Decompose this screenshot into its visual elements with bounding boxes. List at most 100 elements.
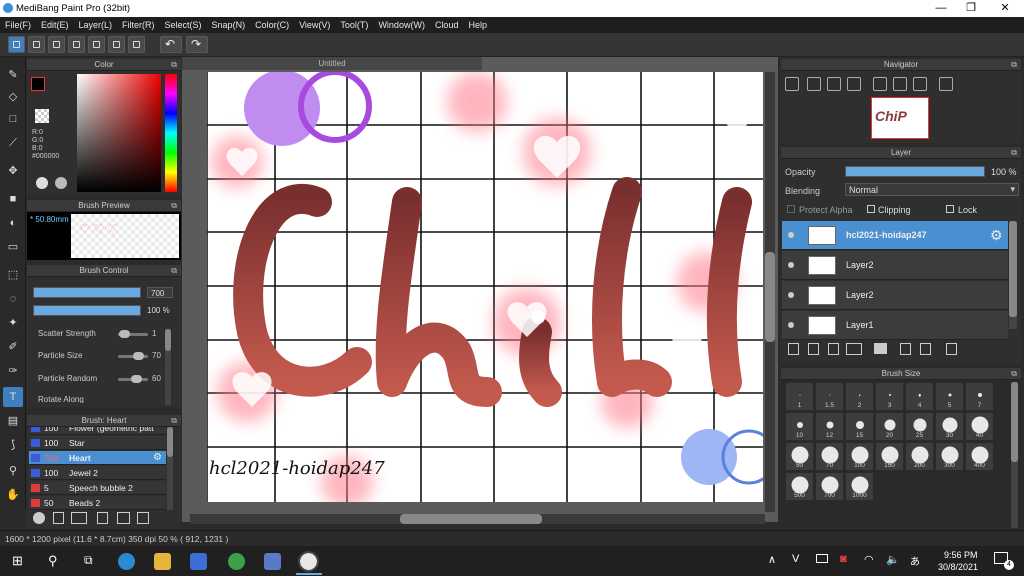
- brush-size-cell[interactable]: 300: [935, 442, 964, 471]
- param-knob[interactable]: [131, 375, 143, 383]
- flip-icon[interactable]: [893, 77, 907, 91]
- gradient-tool-icon[interactable]: ▭: [3, 237, 23, 257]
- vpn-icon[interactable]: V: [792, 553, 799, 565]
- task-view-icon[interactable]: ⧉: [82, 553, 99, 570]
- param-particle-random[interactable]: Particle Random 60: [38, 374, 168, 384]
- brush-list-item[interactable]: 5 Speech bubble 2: [29, 481, 166, 495]
- brush-size-cell[interactable]: 12: [815, 412, 844, 441]
- menu-snap[interactable]: Snap(N): [207, 20, 251, 30]
- brush-size-cell[interactable]: 50: [785, 442, 814, 471]
- upload-icon[interactable]: [28, 36, 45, 53]
- add-layer-menu-icon[interactable]: [846, 343, 862, 355]
- clipping-checkbox[interactable]: [867, 205, 875, 213]
- minimize-button[interactable]: —: [926, 1, 956, 16]
- brush-size-cell[interactable]: 500: [785, 472, 814, 501]
- windows-icon[interactable]: ⊞: [10, 553, 27, 570]
- brush-size-cell[interactable]: 30: [935, 412, 964, 441]
- eyedropper-tool-icon[interactable]: ⟆: [3, 435, 23, 455]
- tile-icon[interactable]: [128, 36, 145, 53]
- brush-size-cell[interactable]: 40: [965, 412, 994, 441]
- zoom-out-icon[interactable]: [847, 77, 861, 91]
- grid-icon[interactable]: [108, 36, 125, 53]
- menu-edit[interactable]: Edit(E): [36, 20, 74, 30]
- menu-color[interactable]: Color(C): [250, 20, 294, 30]
- hand-tool-icon[interactable]: ✋: [3, 485, 23, 505]
- bucket-tool-icon[interactable]: ◐: [3, 213, 23, 233]
- brush-list-scrollbar[interactable]: [167, 427, 173, 510]
- battery-icon[interactable]: [816, 554, 828, 563]
- brush-size-cell[interactable]: 70: [815, 442, 844, 471]
- comment-icon[interactable]: [48, 36, 65, 53]
- duplicate-icon[interactable]: [137, 512, 149, 524]
- cloud-icon[interactable]: [8, 36, 25, 53]
- clock-time[interactable]: 9:56 PM: [944, 550, 978, 560]
- new-layer-icon[interactable]: [788, 343, 799, 355]
- reset-view-icon[interactable]: [939, 77, 953, 91]
- param-rotate-along[interactable]: Rotate Along: [38, 395, 168, 403]
- panel-pin-icon[interactable]: ⧉: [171, 415, 177, 427]
- eraser-tool-icon[interactable]: ◇: [3, 87, 23, 107]
- document-tab[interactable]: Untitled: [182, 57, 482, 70]
- folder-icon[interactable]: [874, 343, 887, 354]
- magic-wand-tool-icon[interactable]: ✦: [3, 313, 23, 333]
- add-brush-icon[interactable]: [33, 512, 45, 524]
- edge-browser-icon[interactable]: [118, 553, 135, 570]
- menu-filter[interactable]: Filter(R): [117, 20, 160, 30]
- redo-button[interactable]: ↷: [186, 36, 208, 53]
- camera-icon[interactable]: [264, 553, 281, 570]
- brush-size-cell[interactable]: 1: [785, 382, 814, 411]
- menu-tool[interactable]: Tool(T): [335, 20, 373, 30]
- brush-size-cell[interactable]: 15: [845, 412, 874, 441]
- dropper-tool-icon[interactable]: ⚲: [3, 461, 23, 481]
- select-eraser-tool-icon[interactable]: ✑: [3, 361, 23, 381]
- brush-list-item[interactable]: 50 Beads 2: [29, 496, 166, 510]
- select-pen-tool-icon[interactable]: ✐: [3, 337, 23, 357]
- brush-list-item[interactable]: 100 Jewel 2: [29, 466, 166, 480]
- transparent-swatch[interactable]: [35, 109, 49, 123]
- chevron-up-icon[interactable]: ∧: [768, 553, 776, 566]
- menu-help[interactable]: Help: [463, 20, 492, 30]
- brush-size-cell[interactable]: 700: [815, 472, 844, 501]
- horizontal-scrollbar[interactable]: [190, 514, 765, 524]
- security-icon[interactable]: ◙: [840, 553, 847, 565]
- eye-icon[interactable]: [788, 292, 794, 298]
- brush-list-item[interactable]: 100 Star: [29, 436, 166, 450]
- brush-size-value[interactable]: 700: [147, 287, 173, 298]
- brush-opacity-slider[interactable]: [33, 305, 141, 316]
- menu-file[interactable]: File(F): [0, 20, 36, 30]
- panel-pin-icon[interactable]: ⧉: [1011, 59, 1017, 71]
- panel-pin-icon[interactable]: ⧉: [171, 265, 177, 277]
- brush-size-cell[interactable]: 10: [785, 412, 814, 441]
- palette-icon[interactable]: [55, 177, 67, 189]
- brush-size-cell[interactable]: 2: [845, 382, 874, 411]
- brush-size-cell[interactable]: 5: [935, 382, 964, 411]
- divide-tool-icon[interactable]: ▤: [3, 411, 23, 431]
- vertical-scrollbar[interactable]: [765, 72, 775, 512]
- layer-item[interactable]: hcl2021-hoidap247 ⚙: [782, 221, 1008, 250]
- brush-size-cell[interactable]: 25: [905, 412, 934, 441]
- layer-item[interactable]: Layer1: [782, 311, 1008, 340]
- brush-size-cell[interactable]: 20: [875, 412, 904, 441]
- medibang-taskbar-icon[interactable]: [298, 551, 319, 572]
- move-tool-icon[interactable]: ✥: [3, 161, 23, 181]
- brush-size-cell[interactable]: 4: [905, 382, 934, 411]
- menu-layer[interactable]: Layer(L): [74, 20, 118, 30]
- new-8bit-layer-icon[interactable]: [828, 343, 839, 355]
- layer-item[interactable]: Layer2: [782, 251, 1008, 280]
- brush-list-item[interactable]: 100 Flower (geometric patt: [29, 427, 166, 435]
- new-brush-icon[interactable]: [53, 512, 64, 524]
- page-icon[interactable]: [88, 36, 105, 53]
- rotate-left-icon[interactable]: [873, 77, 887, 91]
- navigator-thumbnail[interactable]: ChiP: [871, 97, 929, 139]
- merge-layer-icon[interactable]: [920, 343, 931, 355]
- close-button[interactable]: ✕: [990, 1, 1020, 16]
- menu-window[interactable]: Window(W): [373, 20, 430, 30]
- file-explorer-icon[interactable]: [154, 553, 171, 570]
- layer-scrollbar[interactable]: [1009, 221, 1017, 329]
- panel-pin-icon[interactable]: ⧉: [171, 200, 177, 212]
- panel-pin-icon[interactable]: ⧉: [171, 59, 177, 71]
- language-icon[interactable]: あ: [910, 553, 920, 568]
- actual-size-icon[interactable]: [827, 77, 841, 91]
- folder-icon[interactable]: [117, 512, 130, 524]
- undo-button[interactable]: ↶: [160, 36, 182, 53]
